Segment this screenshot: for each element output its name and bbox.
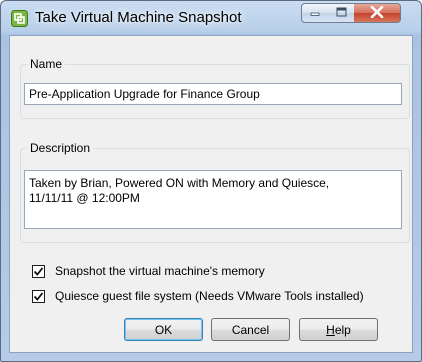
minimize-button[interactable] — [301, 3, 329, 23]
maximize-button[interactable] — [328, 3, 355, 23]
quiesce-label[interactable]: Quiesce guest file system (Needs VMware … — [55, 289, 364, 303]
help-button-mnemonic: H — [326, 322, 335, 337]
snapshot-memory-label[interactable]: Snapshot the virtual machine's memory — [55, 264, 265, 278]
quiesce-checkbox[interactable] — [32, 289, 45, 303]
maximize-icon — [336, 6, 347, 20]
minimize-icon — [310, 6, 320, 20]
checkmark-icon — [33, 291, 44, 301]
snapshot-memory-option[interactable]: Snapshot the virtual machine's memory — [32, 264, 265, 278]
snapshot-name-input[interactable]: Pre-Application Upgrade for Finance Grou… — [24, 83, 402, 105]
close-button[interactable] — [354, 3, 401, 23]
name-group-label: Name — [30, 57, 63, 71]
description-group-label: Description — [30, 141, 91, 155]
close-icon — [370, 5, 384, 21]
snapshot-dialog-window: Take Virtual Machine Snapshot Name Pre-A… — [0, 0, 422, 362]
snapshot-memory-checkbox[interactable] — [32, 264, 45, 278]
description-line-1: Taken by Brian, Powered ON with Memory a… — [29, 176, 330, 190]
snapshot-description-textarea[interactable]: Taken by Brian, Powered ON with Memory a… — [24, 170, 402, 229]
vmware-snapshot-icon — [11, 10, 28, 27]
dialog-body: Name Pre-Application Upgrade for Finance… — [9, 35, 413, 353]
title-bar[interactable]: Take Virtual Machine Snapshot — [1, 1, 421, 35]
description-line-2: 11/11/11 @ 12:00PM — [29, 191, 140, 205]
ok-button[interactable]: OK — [124, 318, 203, 341]
cancel-button[interactable]: Cancel — [211, 318, 290, 341]
help-button[interactable]: Help — [299, 318, 378, 341]
checkmark-icon — [33, 266, 44, 276]
window-title: Take Virtual Machine Snapshot — [35, 9, 242, 26]
quiesce-option[interactable]: Quiesce guest file system (Needs VMware … — [32, 289, 364, 303]
help-button-label: elp — [334, 322, 351, 337]
